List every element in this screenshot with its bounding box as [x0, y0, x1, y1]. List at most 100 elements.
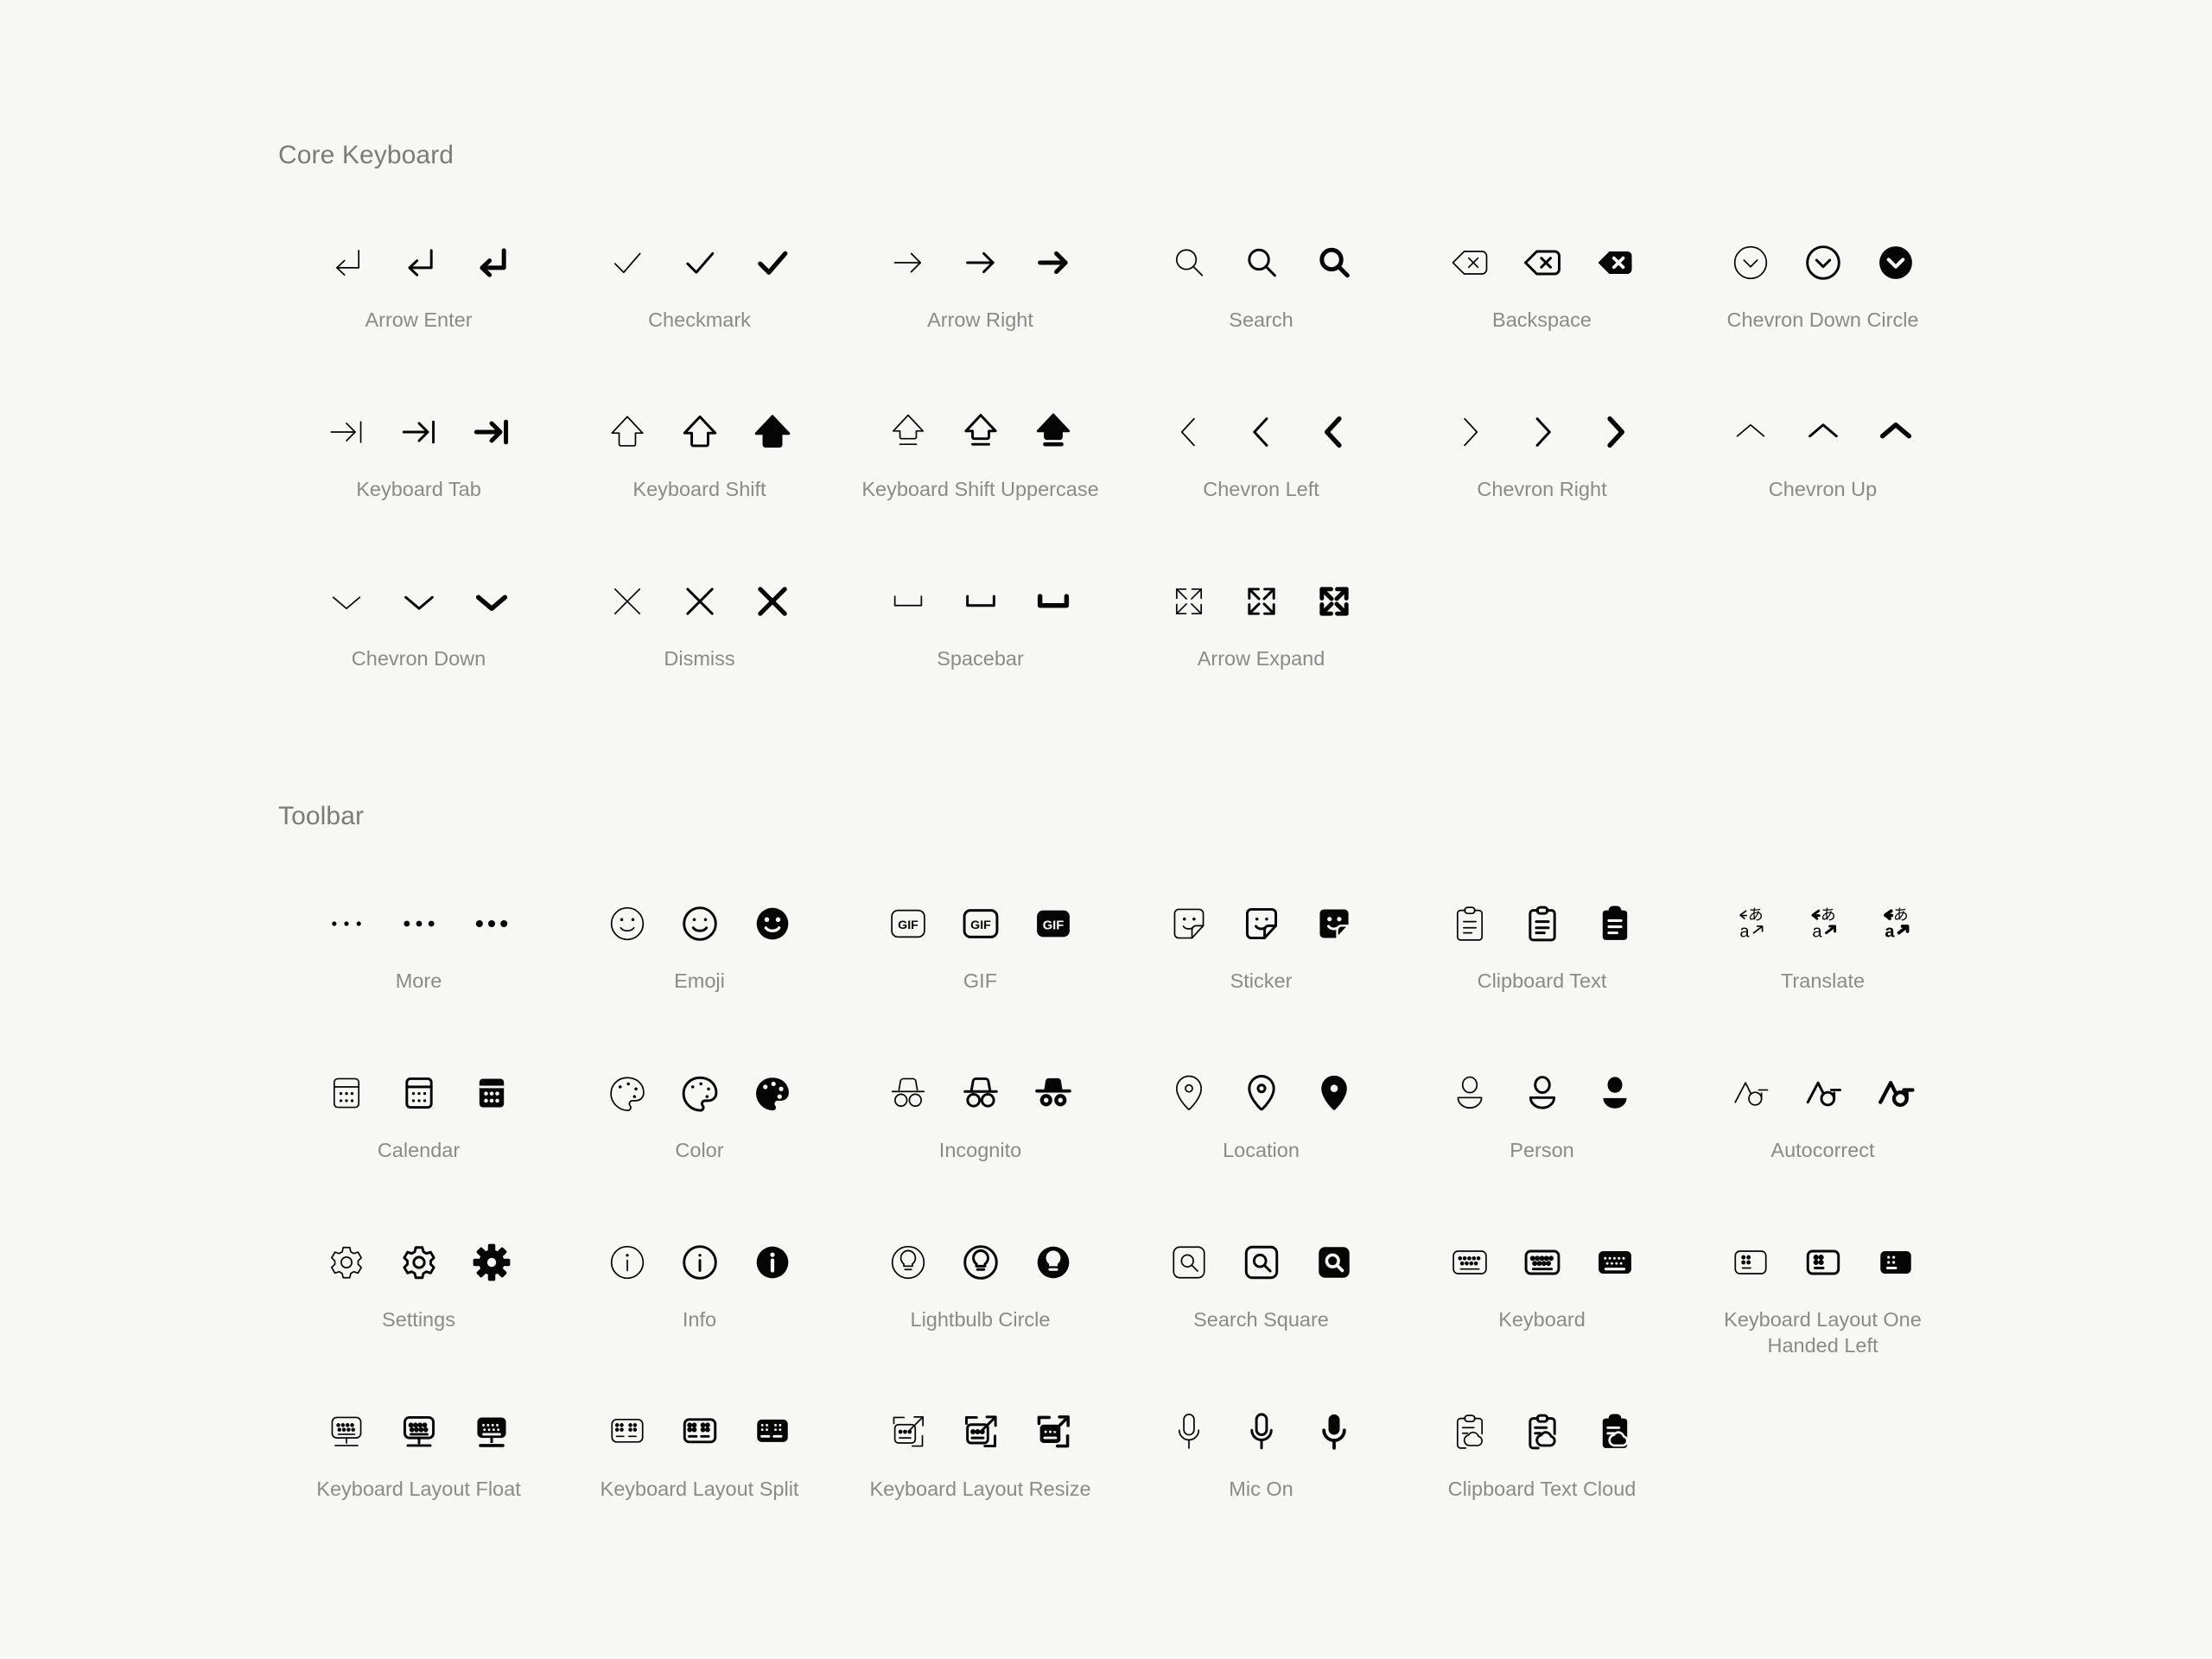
backspace-icon[interactable]	[1518, 238, 1567, 287]
gif-icon[interactable]: GIF	[884, 899, 932, 948]
arrow-expand-icon[interactable]	[1165, 577, 1213, 626]
checkmark-icon[interactable]	[748, 238, 797, 287]
sticker-icon[interactable]	[1237, 899, 1286, 948]
keyboard-icon[interactable]	[1446, 1238, 1494, 1287]
location-icon[interactable]	[1237, 1069, 1286, 1117]
keyboard-layout-float-icon[interactable]	[467, 1408, 516, 1456]
info-icon[interactable]	[603, 1238, 652, 1287]
emoji-icon[interactable]	[748, 899, 797, 948]
incognito-icon[interactable]	[884, 1069, 932, 1117]
clipboard-text-icon[interactable]	[1518, 899, 1567, 948]
settings-icon[interactable]	[467, 1238, 516, 1287]
backspace-icon[interactable]	[1446, 238, 1494, 287]
lightbulb-circle-icon[interactable]	[884, 1238, 932, 1287]
arrow-expand-icon[interactable]	[1310, 577, 1358, 626]
more-icon[interactable]	[395, 899, 443, 948]
search-icon[interactable]	[1165, 238, 1213, 287]
spacebar-icon[interactable]	[884, 577, 932, 626]
autocorrect-icon[interactable]	[1799, 1069, 1847, 1117]
search-icon[interactable]	[1237, 238, 1286, 287]
search-square-icon[interactable]	[1310, 1238, 1358, 1287]
emoji-icon[interactable]	[603, 899, 652, 948]
keyboard-shift-icon[interactable]	[603, 408, 652, 456]
arrow-enter-icon[interactable]	[395, 238, 443, 287]
keyboard-layout-split-icon[interactable]	[676, 1408, 724, 1456]
lightbulb-circle-icon[interactable]	[1029, 1238, 1077, 1287]
search-square-icon[interactable]	[1237, 1238, 1286, 1287]
keyboard-shift-icon[interactable]	[748, 408, 797, 456]
keyboard-tab-icon[interactable]	[322, 408, 371, 456]
keyboard-shift-uppercase-icon[interactable]	[884, 408, 932, 456]
calendar-icon[interactable]	[467, 1069, 516, 1117]
keyboard-layout-one-handed-left-icon[interactable]	[1726, 1238, 1775, 1287]
keyboard-layout-float-icon[interactable]	[322, 1408, 371, 1456]
emoji-icon[interactable]	[676, 899, 724, 948]
keyboard-layout-split-icon[interactable]	[748, 1408, 797, 1456]
chevron-right-icon[interactable]	[1591, 408, 1639, 456]
backspace-icon[interactable]	[1591, 238, 1639, 287]
arrow-expand-icon[interactable]	[1237, 577, 1286, 626]
dismiss-icon[interactable]	[676, 577, 724, 626]
arrow-right-icon[interactable]	[884, 238, 932, 287]
chevron-down-icon[interactable]	[395, 577, 443, 626]
info-icon[interactable]	[676, 1238, 724, 1287]
chevron-down-circle-icon[interactable]	[1799, 238, 1847, 287]
clipboard-text-cloud-icon[interactable]	[1518, 1408, 1567, 1456]
clipboard-text-icon[interactable]	[1446, 899, 1494, 948]
mic-on-icon[interactable]	[1165, 1408, 1213, 1456]
chevron-down-circle-icon[interactable]	[1872, 238, 1920, 287]
search-square-icon[interactable]	[1165, 1238, 1213, 1287]
chevron-left-icon[interactable]	[1310, 408, 1358, 456]
chevron-up-icon[interactable]	[1799, 408, 1847, 456]
arrow-right-icon[interactable]	[1029, 238, 1077, 287]
clipboard-text-icon[interactable]	[1591, 899, 1639, 948]
keyboard-layout-float-icon[interactable]	[395, 1408, 443, 1456]
arrow-enter-icon[interactable]	[467, 238, 516, 287]
spacebar-icon[interactable]	[1029, 577, 1077, 626]
chevron-right-icon[interactable]	[1518, 408, 1567, 456]
autocorrect-icon[interactable]	[1726, 1069, 1775, 1117]
keyboard-shift-uppercase-icon[interactable]	[957, 408, 1005, 456]
arrow-enter-icon[interactable]	[322, 238, 371, 287]
lightbulb-circle-icon[interactable]	[957, 1238, 1005, 1287]
checkmark-icon[interactable]	[603, 238, 652, 287]
person-icon[interactable]	[1446, 1069, 1494, 1117]
gif-icon[interactable]: GIF	[957, 899, 1005, 948]
chevron-right-icon[interactable]	[1446, 408, 1494, 456]
dismiss-icon[interactable]	[603, 577, 652, 626]
translate-icon[interactable]: あa	[1726, 899, 1775, 948]
chevron-down-icon[interactable]	[322, 577, 371, 626]
clipboard-text-cloud-icon[interactable]	[1591, 1408, 1639, 1456]
chevron-down-circle-icon[interactable]	[1726, 238, 1775, 287]
sticker-icon[interactable]	[1165, 899, 1213, 948]
chevron-up-icon[interactable]	[1726, 408, 1775, 456]
more-icon[interactable]	[322, 899, 371, 948]
clipboard-text-cloud-icon[interactable]	[1446, 1408, 1494, 1456]
spacebar-icon[interactable]	[957, 577, 1005, 626]
keyboard-tab-icon[interactable]	[395, 408, 443, 456]
keyboard-shift-icon[interactable]	[676, 408, 724, 456]
keyboard-layout-resize-icon[interactable]	[957, 1408, 1005, 1456]
dismiss-icon[interactable]	[748, 577, 797, 626]
keyboard-layout-split-icon[interactable]	[603, 1408, 652, 1456]
settings-icon[interactable]	[395, 1238, 443, 1287]
keyboard-layout-one-handed-left-icon[interactable]	[1799, 1238, 1847, 1287]
keyboard-layout-one-handed-left-icon[interactable]	[1872, 1238, 1920, 1287]
keyboard-icon[interactable]	[1518, 1238, 1567, 1287]
settings-icon[interactable]	[322, 1238, 371, 1287]
color-icon[interactable]	[676, 1069, 724, 1117]
checkmark-icon[interactable]	[676, 238, 724, 287]
arrow-right-icon[interactable]	[957, 238, 1005, 287]
translate-icon[interactable]: あa	[1872, 899, 1920, 948]
search-icon[interactable]	[1310, 238, 1358, 287]
incognito-icon[interactable]	[957, 1069, 1005, 1117]
person-icon[interactable]	[1591, 1069, 1639, 1117]
color-icon[interactable]	[748, 1069, 797, 1117]
gif-icon[interactable]: GIF	[1029, 899, 1077, 948]
chevron-left-icon[interactable]	[1165, 408, 1213, 456]
location-icon[interactable]	[1310, 1069, 1358, 1117]
mic-on-icon[interactable]	[1310, 1408, 1358, 1456]
translate-icon[interactable]: あa	[1799, 899, 1847, 948]
more-icon[interactable]	[467, 899, 516, 948]
keyboard-tab-icon[interactable]	[467, 408, 516, 456]
